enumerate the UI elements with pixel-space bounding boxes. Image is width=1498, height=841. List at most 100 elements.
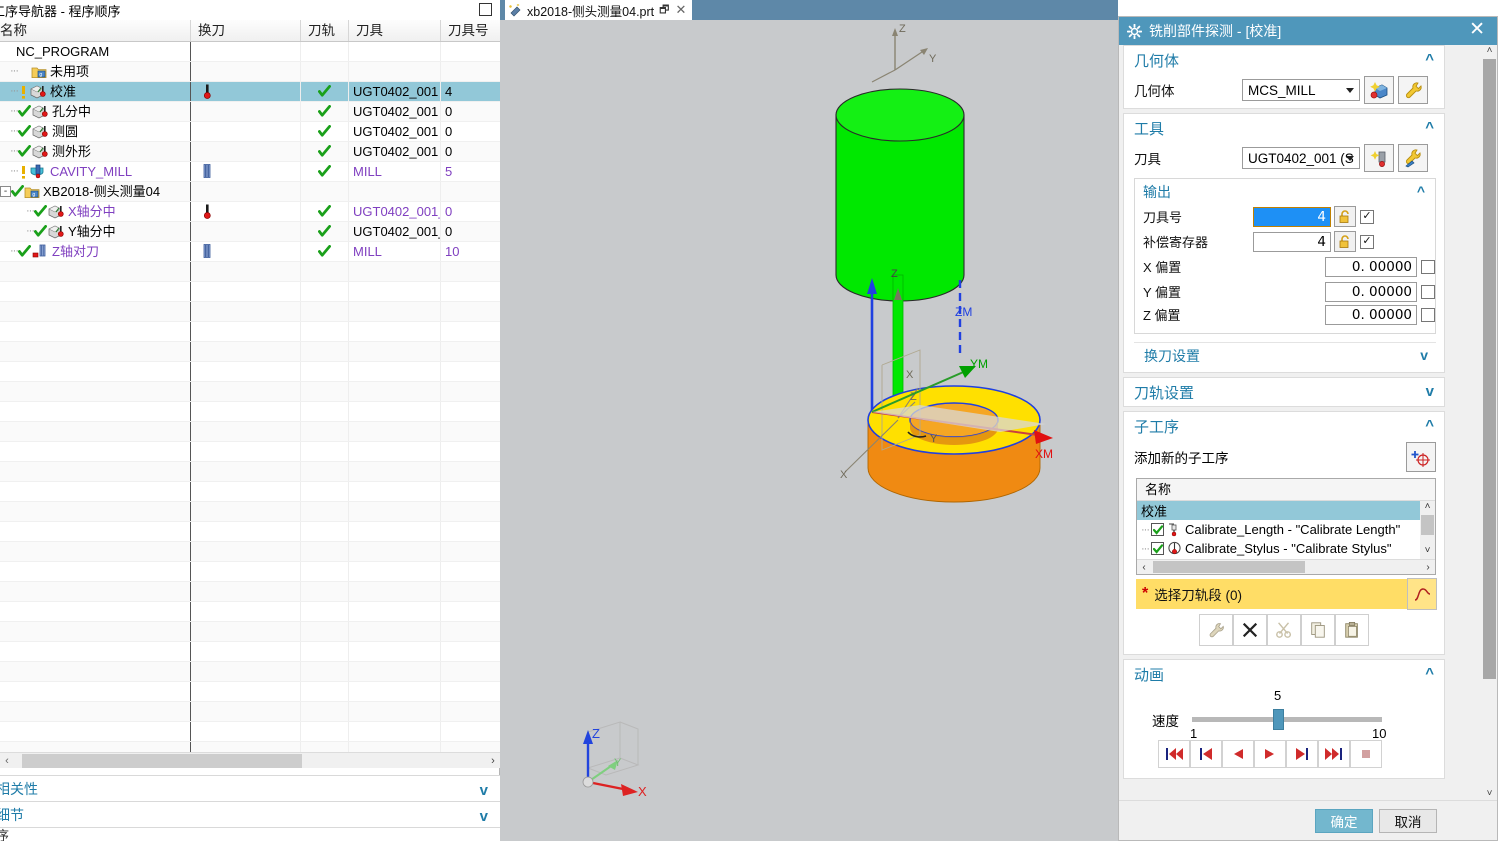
tree-row-toolchange-cell[interactable] [191, 142, 301, 161]
tree-row-toolpath-cell[interactable] [301, 42, 349, 61]
cancel-button[interactable]: 取消 [1379, 808, 1437, 833]
tree-row-toolnumber-cell[interactable] [441, 42, 500, 61]
path-settings-header[interactable]: 刀轨设置 v [1124, 378, 1444, 406]
tree-row-toolnumber-cell[interactable] [441, 62, 500, 81]
tree-row-name-cell[interactable]: ··· Y轴分中 [0, 222, 191, 241]
play-backward-button[interactable] [1222, 740, 1254, 768]
output-subgroup-header[interactable]: 输出 ^ [1135, 179, 1435, 204]
suboperation-checkbox[interactable] [1151, 523, 1164, 536]
tree-row-6[interactable]: ··· 测外形 UGT0402_001 0 [0, 142, 500, 162]
tree-row-toolnumber-cell[interactable]: 0 [441, 122, 500, 141]
tree-row-tool-cell[interactable]: UGT0402_001 [349, 142, 441, 161]
select-toolpath-segment-button[interactable] [1407, 578, 1437, 610]
tree-row-toolnumber-cell[interactable]: 0 [441, 202, 500, 221]
tree-row-toolnumber-cell[interactable] [441, 182, 500, 201]
compensation-register-input[interactable]: 4 [1253, 231, 1331, 252]
z-offset-checkbox[interactable] [1421, 307, 1435, 322]
geometry-select[interactable]: MCS_MILL [1242, 79, 1360, 101]
tree-row-toolnumber-cell[interactable]: 10 [441, 242, 500, 261]
scroll-right-icon[interactable]: › [486, 755, 500, 767]
dialog-vertical-scrollbar[interactable]: ˄ ˅ [1482, 45, 1497, 802]
suboperations-listbox[interactable]: 名称 校准 ··· Calibrate_Length - "Calibrate Le… [1136, 478, 1436, 575]
x-offset-checkbox[interactable] [1421, 259, 1435, 274]
toolchange-settings-row[interactable]: 换刀设置 v [1134, 342, 1436, 368]
3d-scene[interactable]: Z Y Z ZM X Z X Y XM YM Z X Y [500, 20, 1118, 831]
tree-row-name-cell[interactable]: ··· CAVITY_MILL [0, 162, 191, 181]
rewind-to-start-button[interactable] [1158, 740, 1190, 768]
y-offset-input[interactable]: 0. 00000 [1325, 281, 1417, 302]
suboperations-header[interactable]: 子工序 ^ [1124, 412, 1444, 440]
tree-row-name-cell[interactable]: ··· 测圆 [0, 122, 191, 141]
restore-window-icon[interactable] [479, 3, 492, 16]
column-header-toolnumber[interactable]: 刀具号 [441, 20, 500, 41]
suboperation-list-item[interactable]: ··· Calibrate_Length - "Calibrate Length" [1137, 520, 1435, 539]
tree-row-toolpath-cell[interactable] [301, 202, 349, 221]
z-offset-input[interactable]: 0. 00000 [1325, 304, 1417, 325]
suboperations-list-rows[interactable]: 校准 ··· Calibrate_Length - "Calibrate Lengt… [1137, 501, 1435, 559]
hscroll-track[interactable] [14, 753, 486, 768]
speed-slider-track[interactable] [1192, 717, 1382, 722]
tree-row-name-cell[interactable]: ··· 校准 [0, 82, 191, 101]
chevron-down-icon[interactable]: v [1420, 347, 1428, 363]
tree-row-10[interactable]: ··· Y轴分中 UGT0402_001_10 [0, 222, 500, 242]
tree-row-toolchange-cell[interactable] [191, 42, 301, 61]
chevron-down-icon[interactable] [1346, 88, 1354, 93]
tree-row-tool-cell[interactable]: UGT0402_001 [349, 122, 441, 141]
tree-row-tool-cell[interactable] [349, 62, 441, 81]
dialog-vscroll-thumb[interactable] [1483, 59, 1496, 679]
delete-suboperation-button[interactable] [1233, 614, 1267, 646]
tree-row-toolchange-cell[interactable] [191, 242, 301, 261]
tree-row-3[interactable]: ··· 校准 UGT0402_001 4 [0, 82, 500, 102]
new-geometry-button[interactable] [1364, 76, 1394, 104]
edit-icon[interactable]: 🗗 [659, 1, 669, 20]
tree-row-name-cell[interactable]: NC_PROGRAM [0, 42, 191, 61]
chevron-up-icon[interactable]: ^ [1425, 51, 1434, 68]
tree-row-name-cell[interactable]: ··· g 未用项 [0, 62, 191, 81]
milling-part-probing-dialog[interactable]: 铣削部件探测 - [校准] ✕ 几何体 ^ 几何体 MCS_MILL 工具 ^ … [1118, 16, 1498, 841]
chevron-down-icon[interactable]: v [480, 782, 488, 799]
column-header-tool[interactable]: 刀具 [349, 20, 441, 41]
dialog-scroll-area[interactable]: 几何体 ^ 几何体 MCS_MILL 工具 ^ 刀具 UGT0402_001 (… [1119, 45, 1497, 802]
x-offset-input[interactable]: 0. 00000 [1325, 256, 1417, 277]
column-header-toolpath[interactable]: 刀轨 [301, 20, 349, 41]
stop-button[interactable] [1350, 740, 1382, 768]
ok-button[interactable]: 确定 [1315, 808, 1373, 833]
tree-row-tool-cell[interactable]: UGT0402_001_1 [349, 202, 441, 221]
chevron-down-icon[interactable]: v [1426, 383, 1434, 400]
new-tool-button[interactable] [1364, 144, 1394, 172]
tree-row-toolpath-cell[interactable] [301, 82, 349, 101]
tree-row-4[interactable]: ··· 孔分中 UGT0402_001 0 [0, 102, 500, 122]
column-header-name[interactable]: 名称 [0, 20, 191, 41]
file-tab[interactable]: xb2018-侧头测量04.prt 🗗 ✕ [505, 0, 693, 20]
suboperation-checkbox[interactable] [1151, 542, 1164, 555]
tool-number-input[interactable]: 4 [1253, 206, 1331, 227]
tree-row-tool-cell[interactable]: MILL [349, 242, 441, 261]
hscroll-thumb[interactable] [1153, 561, 1305, 573]
tree-row-toolpath-cell[interactable] [301, 242, 349, 261]
scroll-right-icon[interactable]: › [1421, 562, 1435, 573]
tree-row-toolchange-cell[interactable] [191, 222, 301, 241]
close-icon[interactable]: ✕ [1469, 20, 1485, 40]
chevron-up-icon[interactable]: ^ [1425, 417, 1434, 434]
tree-row-toolpath-cell[interactable] [301, 222, 349, 241]
tree-row-toolchange-cell[interactable] [191, 182, 301, 201]
suboperation-list-item[interactable]: 校准 [1137, 501, 1435, 520]
chevron-up-icon[interactable]: ^ [1417, 183, 1425, 199]
operation-tree[interactable]: NC_PROGRAM ··· g 未用项 ··· 校准 UGT0402_001 4 ··· 孔分中… [0, 42, 500, 752]
required-selection-bar[interactable]: * 选择刀轨段 (0) [1136, 578, 1437, 610]
tree-row-11[interactable]: ··· Z轴对刀 MILL 10 [0, 242, 500, 262]
edit-tool-button[interactable] [1398, 144, 1428, 172]
close-icon[interactable]: ✕ [675, 2, 686, 18]
tree-horizontal-scrollbar[interactable]: ‹ › [0, 752, 500, 768]
chevron-up-icon[interactable]: ^ [1425, 665, 1434, 682]
tree-row-toolnumber-cell[interactable]: 0 [441, 222, 500, 241]
tree-row-toolnumber-cell[interactable]: 0 [441, 102, 500, 121]
step-back-button[interactable] [1190, 740, 1222, 768]
suboperation-list-item[interactable]: ··· Calibrate_Stylus - "Calibrate Stylus" [1137, 539, 1435, 558]
tree-row-name-cell[interactable]: ··· X轴分中 [0, 202, 191, 221]
scroll-up-icon[interactable]: ˄ [1420, 501, 1435, 515]
tree-expander[interactable]: - [0, 186, 11, 197]
tree-row-name-cell[interactable]: ··· Z轴对刀 [0, 242, 191, 261]
tool-select[interactable]: UGT0402_001 (S [1242, 147, 1360, 169]
tree-row-9[interactable]: ··· X轴分中 UGT0402_001_10 [0, 202, 500, 222]
